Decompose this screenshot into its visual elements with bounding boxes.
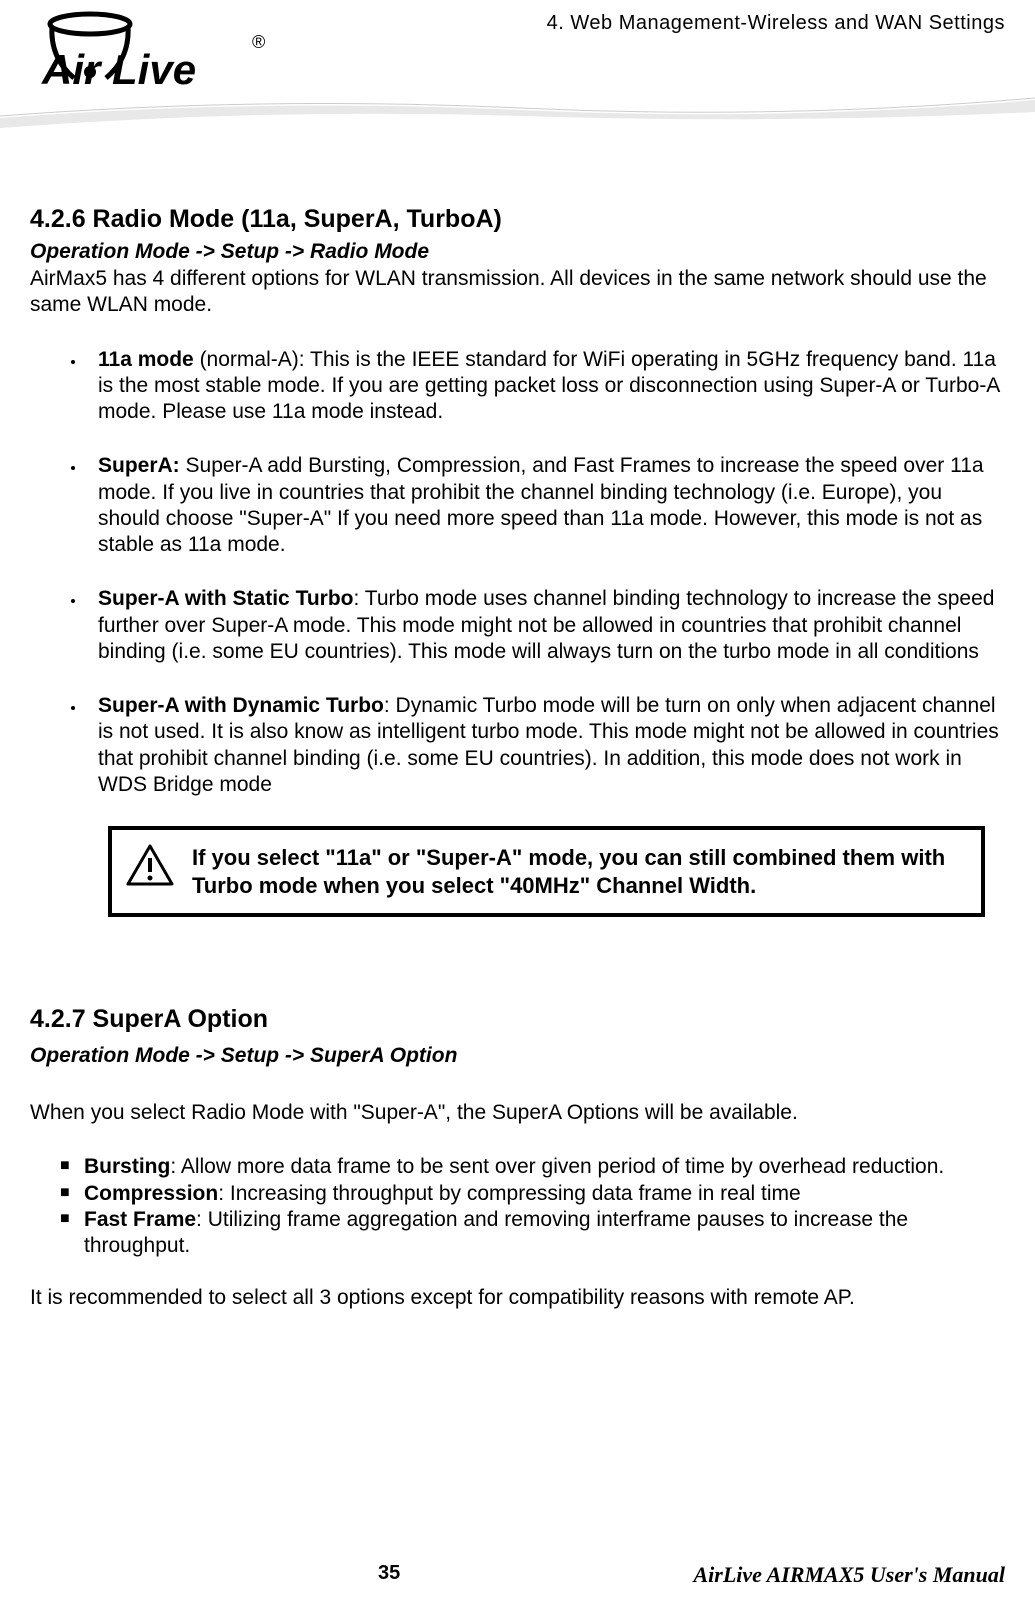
breadcrumb-426: Operation Mode -> Setup -> Radio Mode bbox=[30, 240, 1005, 264]
manual-title: AirLive AIRMAX5 User's Manual bbox=[693, 1562, 1005, 1588]
list-item: Super-A with Static Turbo: Turbo mode us… bbox=[86, 586, 1005, 665]
svg-text:®: ® bbox=[252, 32, 265, 52]
outro-427: It is recommended to select all 3 option… bbox=[30, 1285, 1005, 1311]
list-item: 11a mode (normal-A): This is the IEEE st… bbox=[86, 347, 1005, 426]
header-row: Air Live ® 4. Web Management-Wireless an… bbox=[0, 0, 1035, 100]
page-number: 35 bbox=[378, 1562, 400, 1588]
warning-note-box: If you select "11a" or "Super-A" mode, y… bbox=[108, 826, 985, 917]
supera-option-list: Bursting: Allow more data frame to be se… bbox=[60, 1154, 1005, 1259]
list-item: Compression: Increasing throughput by co… bbox=[60, 1181, 1005, 1207]
list-item: Fast Frame: Utilizing frame aggregation … bbox=[60, 1207, 1005, 1260]
svg-text:Air Live: Air Live bbox=[41, 46, 196, 93]
page-content: 4.2.6 Radio Mode (11a, SuperA, TurboA) O… bbox=[0, 135, 1035, 1312]
section-heading-427: 4.2.7 SuperA Option bbox=[30, 1005, 1005, 1034]
radio-mode-list: 11a mode (normal-A): This is the IEEE st… bbox=[86, 347, 1005, 799]
airlive-logo: Air Live ® bbox=[30, 10, 270, 100]
list-item: Bursting: Allow more data frame to be se… bbox=[60, 1154, 1005, 1180]
chapter-title: 4. Web Management-Wireless and WAN Setti… bbox=[547, 10, 1005, 35]
section-427: 4.2.7 SuperA Option Operation Mode -> Se… bbox=[30, 1005, 1005, 1312]
breadcrumb-427: Operation Mode -> Setup -> SuperA Option bbox=[30, 1044, 1005, 1068]
list-item: Super-A with Dynamic Turbo: Dynamic Turb… bbox=[86, 693, 1005, 798]
warning-text: If you select "11a" or "Super-A" mode, y… bbox=[192, 844, 967, 899]
list-item: SuperA: Super-A add Bursting, Compressio… bbox=[86, 453, 1005, 558]
page-footer: 35 AirLive AIRMAX5 User's Manual bbox=[0, 1562, 1035, 1588]
intro-426: AirMax5 has 4 different options for WLAN… bbox=[30, 266, 1005, 319]
section-heading-426: 4.2.6 Radio Mode (11a, SuperA, TurboA) bbox=[30, 205, 1005, 234]
warning-icon bbox=[126, 844, 174, 891]
intro-427: When you select Radio Mode with "Super-A… bbox=[30, 1100, 1005, 1126]
